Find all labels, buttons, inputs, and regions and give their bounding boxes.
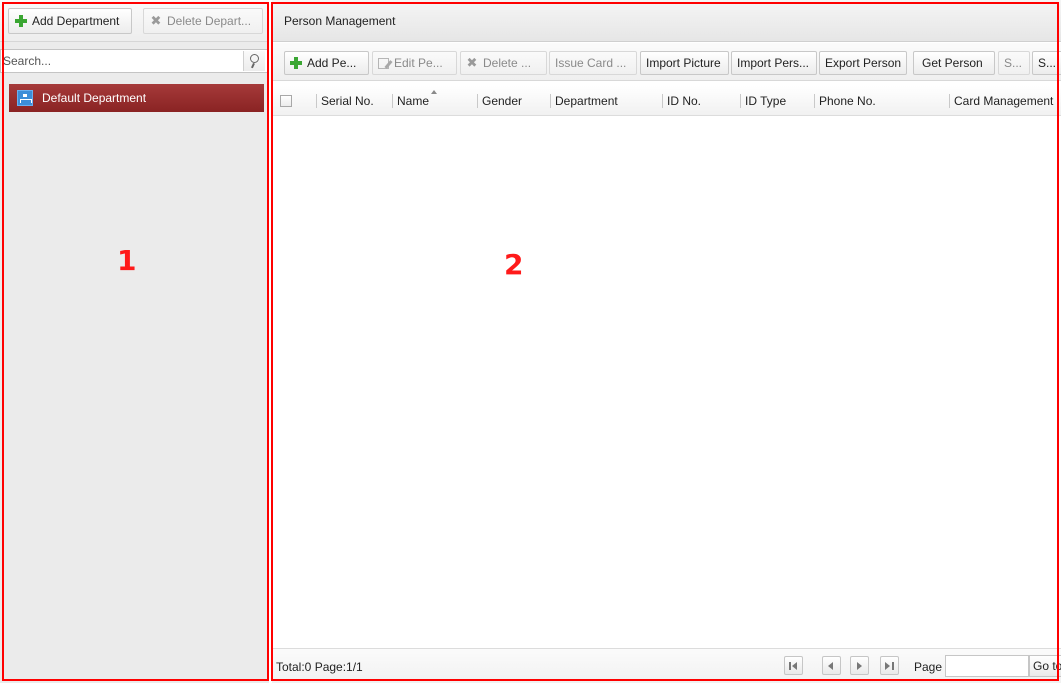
overflow-button-1[interactable]: S... <box>998 51 1030 75</box>
previous-page-icon <box>828 662 833 670</box>
delete-person-button[interactable]: ✖ Delete ... <box>460 51 547 75</box>
search-button[interactable] <box>243 51 265 71</box>
organization-icon <box>17 90 33 106</box>
issue-card-label: Issue Card ... <box>555 56 627 70</box>
department-toolbar: Add Department ✖ Delete Depart... <box>0 0 269 42</box>
page-label: Page <box>914 660 943 674</box>
import-picture-label: Import Picture <box>646 56 721 70</box>
import-picture-button[interactable]: Import Picture <box>640 51 729 75</box>
panel-title: Person Management <box>272 0 1061 42</box>
edit-icon <box>378 57 389 69</box>
add-person-label: Add Pe... <box>307 56 357 70</box>
first-page-button[interactable] <box>784 656 803 675</box>
column-header-name[interactable]: Name <box>392 86 429 116</box>
delete-icon: ✖ <box>150 13 162 28</box>
issue-card-button[interactable]: Issue Card ... <box>549 51 637 75</box>
edit-person-button[interactable]: Edit Pe... <box>372 51 457 75</box>
column-header-id-type[interactable]: ID Type <box>740 86 786 116</box>
table-header: Serial No. Name Gender Department ID No.… <box>272 86 1061 116</box>
get-person-button[interactable]: Get Person <box>913 51 995 75</box>
search-input[interactable] <box>1 50 241 72</box>
export-person-label: Export Person <box>825 56 902 70</box>
column-header-label: Serial No. <box>321 94 374 108</box>
overflow-button-2[interactable]: S... <box>1032 51 1061 75</box>
tree-item-default-department[interactable]: Default Department <box>9 84 264 112</box>
plus-icon <box>15 15 27 27</box>
sort-ascending-icon <box>431 90 437 94</box>
add-department-label: Add Department <box>32 14 120 28</box>
next-page-icon <box>857 662 862 670</box>
column-header-label: ID No. <box>667 94 702 108</box>
delete-icon: ✖ <box>466 55 478 70</box>
tree-item-label: Default Department <box>42 91 147 105</box>
export-person-button[interactable]: Export Person <box>819 51 907 75</box>
column-header-label: Gender <box>482 94 523 108</box>
last-page-icon <box>885 662 890 670</box>
import-person-button[interactable]: Import Pers... <box>731 51 817 75</box>
next-page-button[interactable] <box>850 656 869 675</box>
go-to-page-button[interactable]: Go to <box>1029 655 1061 677</box>
column-header-gender[interactable]: Gender <box>477 86 522 116</box>
column-header-serial-no[interactable]: Serial No. <box>316 86 374 116</box>
person-table-body <box>272 117 1061 645</box>
go-to-label: Go to <box>1033 659 1061 673</box>
department-panel: Add Department ✖ Delete Depart... Defaul… <box>0 0 269 683</box>
get-person-label: Get Person <box>922 56 983 70</box>
search-icon <box>250 54 259 63</box>
annotation-label-1: 1 <box>117 244 137 277</box>
department-search <box>0 49 268 73</box>
delete-department-button[interactable]: ✖ Delete Depart... <box>143 8 263 34</box>
edit-person-label: Edit Pe... <box>394 56 443 70</box>
import-person-label: Import Pers... <box>737 56 810 70</box>
plus-icon <box>290 57 302 69</box>
annotation-label-2: 2 <box>504 248 524 281</box>
person-panel: Person Management Add Pe... Edit Pe... ✖… <box>272 0 1061 683</box>
column-header-phone-no[interactable]: Phone No. <box>814 86 876 116</box>
total-count: Total:0 Page:1/1 <box>276 660 363 674</box>
previous-page-button[interactable] <box>822 656 841 675</box>
person-toolbar: Add Pe... Edit Pe... ✖ Delete ... Issue … <box>272 43 1061 81</box>
page-number-input[interactable] <box>945 655 1029 677</box>
column-header-department[interactable]: Department <box>550 86 618 116</box>
panel-title-text: Person Management <box>284 13 396 28</box>
pagination-bar: Total:0 Page:1/1 Page Go to <box>272 648 1061 683</box>
add-person-button[interactable]: Add Pe... <box>284 51 369 75</box>
column-header-label: Card Management <box>954 94 1054 108</box>
select-all-checkbox[interactable] <box>280 95 292 107</box>
column-header-label: Department <box>555 94 618 108</box>
last-page-button[interactable] <box>880 656 899 675</box>
column-header-label: ID Type <box>745 94 787 108</box>
column-header-card-management[interactable]: Card Management <box>949 86 1053 116</box>
overflow-button-1-label: S... <box>1004 56 1023 70</box>
column-header-label: Name <box>397 94 430 108</box>
column-header-label: Phone No. <box>819 94 876 108</box>
delete-person-label: Delete ... <box>483 56 532 70</box>
first-page-icon <box>789 662 791 670</box>
add-department-button[interactable]: Add Department <box>8 8 132 34</box>
overflow-button-2-label: S... <box>1038 56 1057 70</box>
delete-department-label: Delete Depart... <box>167 14 252 28</box>
column-header-id-no[interactable]: ID No. <box>662 86 701 116</box>
